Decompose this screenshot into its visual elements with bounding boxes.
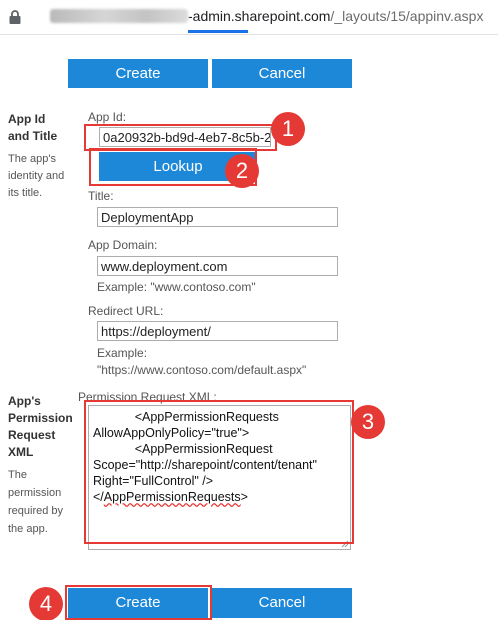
highlight-create-bottom xyxy=(65,585,212,620)
perm-section-desc-line1: The xyxy=(8,469,27,481)
step-badge-2: 2 xyxy=(225,154,259,188)
perm-section-title-line3: Request xyxy=(8,428,56,442)
url-text[interactable]: -admin.sharepoint.com/_layouts/15/appinv… xyxy=(50,8,483,24)
url-host: -admin.sharepoint.com xyxy=(188,8,331,24)
lock-icon xyxy=(9,10,21,24)
cancel-button-top[interactable]: Cancel xyxy=(212,59,352,88)
perm-section-desc-line4: the app. xyxy=(8,523,48,535)
redacted-url-segment xyxy=(50,9,188,23)
perm-section-title-line1: App's xyxy=(8,394,41,408)
perm-section-title-line4: XML xyxy=(8,445,34,459)
app-id-label: App Id: xyxy=(88,110,127,124)
title-label: Title: xyxy=(88,189,114,203)
url-path: /_layouts/15/appinv.aspx xyxy=(330,8,484,24)
app-registration-page: -admin.sharepoint.com/_layouts/15/appinv… xyxy=(0,0,498,620)
step-badge-1: 1 xyxy=(271,112,305,146)
redirect-url-input[interactable]: https://deployment/ xyxy=(97,321,338,341)
highlight-permission-xml xyxy=(84,400,354,544)
title-input[interactable]: DeploymentApp xyxy=(97,207,338,227)
app-section-title-line2: and Title xyxy=(8,129,58,143)
app-section-desc-line2: identity and xyxy=(8,170,65,182)
perm-section-title-line2: Permission xyxy=(8,411,73,425)
app-section-title-line1: App Id xyxy=(8,112,46,126)
app-section-desc-line3: its title. xyxy=(8,187,43,199)
cancel-button-bottom[interactable]: Cancel xyxy=(212,588,352,618)
perm-section-desc-line3: required by xyxy=(8,505,64,517)
perm-section-desc-line2: permission xyxy=(8,487,62,499)
highlight-app-id xyxy=(84,124,277,151)
step-badge-3: 3 xyxy=(351,405,385,439)
app-domain-input[interactable]: www.deployment.com xyxy=(97,256,338,276)
app-domain-example: Example: "www.contoso.com" xyxy=(97,280,256,294)
app-domain-label: App Domain: xyxy=(88,238,158,252)
redirect-url-example-label: Example: xyxy=(97,346,148,360)
url-highlight-underline xyxy=(188,30,248,33)
create-button-top[interactable]: Create xyxy=(68,59,208,88)
redirect-url-label: Redirect URL: xyxy=(88,304,164,318)
redirect-url-example-value: "https://www.contoso.com/default.aspx" xyxy=(97,363,307,377)
browser-address-bar[interactable]: -admin.sharepoint.com/_layouts/15/appinv… xyxy=(0,0,498,35)
app-section-desc-line1: The app's xyxy=(8,153,56,165)
step-badge-4: 4 xyxy=(29,587,63,620)
